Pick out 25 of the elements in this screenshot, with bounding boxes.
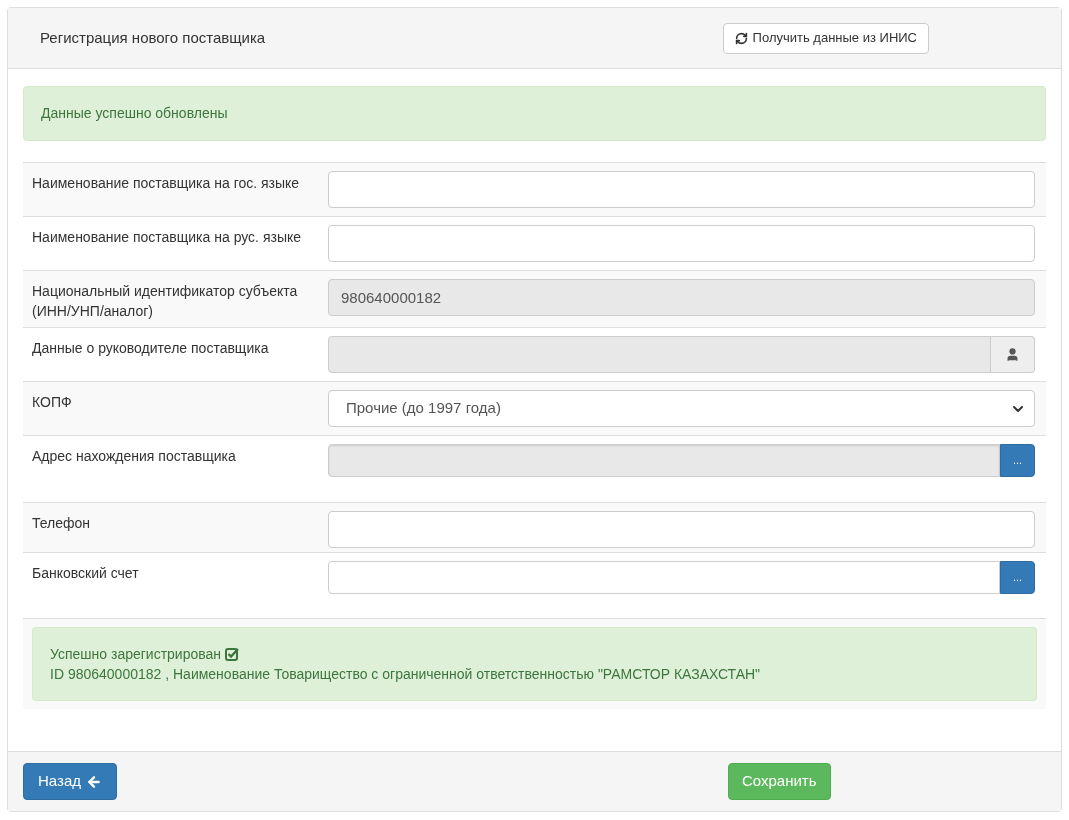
field-label: Данные о руководителе поставщика: [32, 339, 270, 358]
field-label: Наименование поставщика на рус. языке: [32, 228, 303, 247]
field-label: Наименование поставщика на гос. языке: [32, 174, 301, 193]
back-button[interactable]: Назад: [23, 763, 117, 800]
browse-button[interactable]: ...: [1000, 561, 1035, 594]
input-field[interactable]: [328, 225, 1035, 262]
input-field[interactable]: [328, 171, 1035, 208]
person-icon: [1005, 347, 1020, 362]
field-label: Телефон: [32, 514, 92, 533]
field-label: Адрес нахождения поставщика: [32, 447, 237, 466]
alert-text: Данные успешно обновлены: [41, 104, 228, 123]
select-field[interactable]: Прочие (до 1997 года): [328, 390, 1035, 427]
fetch-button[interactable]: Получить данные из ИНИС: [722, 22, 929, 54]
refresh-icon: [734, 31, 748, 45]
save-button[interactable]: Сохранить: [728, 763, 831, 800]
field-label: КОПФ: [32, 393, 73, 412]
input-field[interactable]: [328, 511, 1035, 548]
alert-title: Успешно зарегистрирован: [50, 645, 222, 664]
check-square-icon: [225, 647, 240, 661]
input-field[interactable]: [328, 561, 1000, 594]
field-label: Национальный идентификатор субъекта (ИНН/УНП/аналог): [32, 282, 299, 321]
person-button[interactable]: [991, 336, 1035, 373]
panel-title: Регистрация нового поставщика: [40, 27, 266, 48]
field-label: Банковский счет: [32, 564, 140, 583]
alert-details: ID 980640000182 , Наименование Товарищество с ограниченной ответственностью "РАМСТОР КАЗАХСТАН": [50, 666, 761, 682]
